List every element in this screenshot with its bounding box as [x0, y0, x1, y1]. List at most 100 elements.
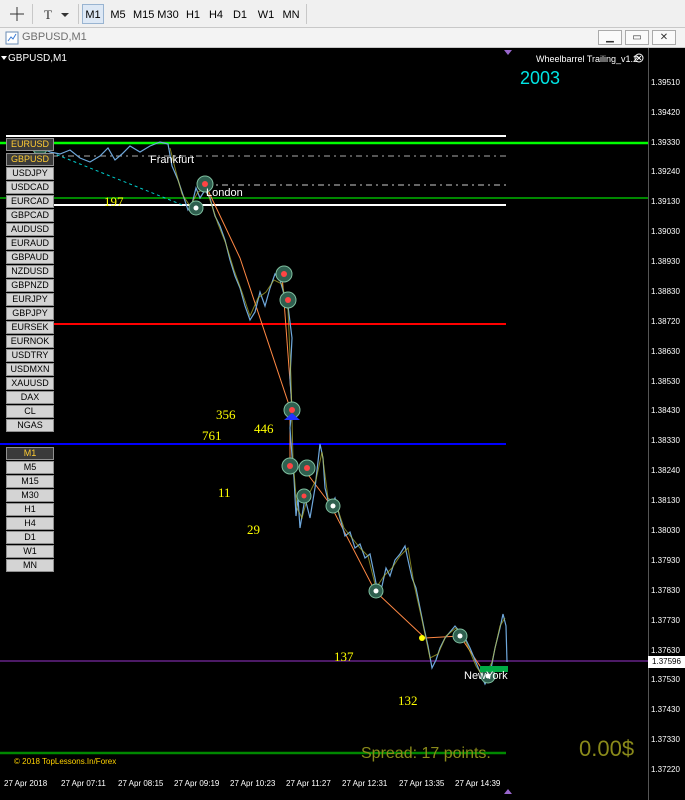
price-label: 1.39030: [651, 227, 680, 236]
symbol-button-usdcad[interactable]: USDCAD: [6, 181, 54, 194]
price-label: 1.38330: [651, 436, 680, 445]
price-label: 1.38240: [651, 466, 680, 475]
close-button[interactable]: ✕: [652, 30, 676, 45]
symbol-button-gbpjpy[interactable]: GBPJPY: [6, 307, 54, 320]
annotation-132: 132: [398, 693, 418, 708]
tf-button-mn[interactable]: MN: [280, 4, 302, 24]
current-price-label: 1.37596: [648, 656, 685, 668]
annotation-446: 446: [254, 421, 274, 436]
profit-label: 0.00$: [579, 736, 635, 761]
chart-tf-button-m5[interactable]: M5: [6, 461, 54, 474]
chart-tf-button-mn[interactable]: MN: [6, 559, 54, 572]
symbol-button-eurusd[interactable]: EURUSD: [6, 138, 54, 151]
chart-tf-button-m15[interactable]: M15: [6, 475, 54, 488]
maximize-button[interactable]: ▭: [625, 30, 649, 45]
indicator-close-icon[interactable]: [634, 53, 644, 63]
symbol-button-gbpusd[interactable]: GBPUSD: [6, 153, 54, 166]
annotation-197: 197: [104, 194, 124, 209]
chart-tf-button-m30[interactable]: M30: [6, 489, 54, 502]
annotation-29: 29: [247, 522, 260, 537]
price-label: 1.38130: [651, 496, 680, 505]
session-label-frankfurt: Frankfurt: [150, 154, 195, 166]
symbol-button-nzdusd[interactable]: NZDUSD: [6, 265, 54, 278]
separator: [32, 4, 33, 24]
symbol-button-dax[interactable]: DAX: [6, 391, 54, 404]
separator: [78, 4, 79, 24]
price-label: 1.38030: [651, 526, 680, 535]
price-label: 1.39130: [651, 197, 680, 206]
chart-tf-button-d1[interactable]: D1: [6, 531, 54, 544]
chart-dropdown-icon: [1, 56, 7, 60]
session-label-london: London: [206, 187, 243, 199]
tf-button-h4[interactable]: H4: [205, 4, 227, 24]
tf-button-m5[interactable]: M5: [106, 4, 130, 24]
minimize-button[interactable]: ▁: [598, 30, 622, 45]
price-series-line: [19, 141, 508, 686]
tf-button-m1[interactable]: M1: [82, 4, 104, 24]
symbol-button-usdmxn[interactable]: USDMXN: [6, 363, 54, 376]
indicator-value: 2003: [520, 68, 561, 88]
symbol-button-eurnok[interactable]: EURNOK: [6, 335, 54, 348]
separator: [306, 4, 307, 24]
price-chart: [0, 50, 648, 794]
symbol-button-xauusd[interactable]: XAUUSD: [6, 377, 54, 390]
chart-tf-button-h1[interactable]: H1: [6, 503, 54, 516]
tf-button-m15[interactable]: M15: [132, 4, 154, 24]
chart-tf-button-m1[interactable]: M1: [6, 447, 54, 460]
objects-dropdown-icon[interactable]: [58, 4, 72, 24]
price-label: 1.37730: [651, 616, 680, 625]
time-label: 27 Apr 14:39: [455, 779, 501, 788]
symbol-button-eursek[interactable]: EURSEK: [6, 321, 54, 334]
price-label: 1.37830: [651, 586, 680, 595]
time-label: 27 Apr 10:23: [230, 779, 276, 788]
chart-window-titlebar: GBPUSD,M1 ▁ ▭ ✕: [0, 28, 685, 48]
chart-tf-button-h4[interactable]: H4: [6, 517, 54, 530]
time-label: 27 Apr 07:11: [61, 779, 106, 788]
symbol-button-gbpaud[interactable]: GBPAUD: [6, 251, 54, 264]
annotation-761: 761: [202, 428, 222, 443]
symbol-button-gbpnzd[interactable]: GBPNZD: [6, 279, 54, 292]
time-label: 27 Apr 11:27: [286, 779, 331, 788]
crosshair-icon[interactable]: [6, 4, 28, 24]
symbol-button-eurcad[interactable]: EURCAD: [6, 195, 54, 208]
price-label: 1.37220: [651, 765, 680, 774]
text-tool-icon[interactable]: T: [38, 4, 60, 24]
symbol-button-euraud[interactable]: EURAUD: [6, 237, 54, 250]
symbol-button-usdjpy[interactable]: USDJPY: [6, 167, 54, 180]
price-label: 1.39510: [651, 78, 680, 87]
tf-button-m30[interactable]: M30: [156, 4, 180, 24]
price-label: 1.38930: [651, 257, 680, 266]
time-label: 27 Apr 13:35: [399, 779, 445, 788]
time-label: 27 Apr 12:31: [342, 779, 388, 788]
chart-window-icon: [5, 31, 19, 45]
price-label: 1.37330: [651, 735, 680, 744]
symbol-button-usdtry[interactable]: USDTRY: [6, 349, 54, 362]
symbol-button-audusd[interactable]: AUDUSD: [6, 223, 54, 236]
price-label: 1.38830: [651, 287, 680, 296]
symbol-button-gbpcad[interactable]: GBPCAD: [6, 209, 54, 222]
price-label: 1.37930: [651, 556, 680, 565]
svg-text:T: T: [44, 7, 52, 22]
window-title: GBPUSD,M1: [22, 31, 87, 43]
symbol-button-ngas[interactable]: NGAS: [6, 419, 54, 432]
price-label: 1.39240: [651, 167, 680, 176]
chart-area[interactable]: GBPUSD,M1 Wheelbarrel Trailing_v1.2 2003…: [0, 48, 685, 800]
price-label: 1.37630: [651, 646, 680, 655]
time-label: 27 Apr 08:15: [118, 779, 164, 788]
symbol-button-cl[interactable]: CL: [6, 405, 54, 418]
tf-button-d1[interactable]: D1: [229, 4, 251, 24]
price-label: 1.38630: [651, 347, 680, 356]
annotation-356: 356: [216, 407, 236, 422]
time-label: 27 Apr 2018: [4, 779, 48, 788]
symbol-button-eurjpy[interactable]: EURJPY: [6, 293, 54, 306]
time-label: 27 Apr 09:19: [174, 779, 220, 788]
spread-label: Spread: 17 points.: [361, 745, 491, 762]
price-label: 1.37530: [651, 675, 680, 684]
chart-symbol-label: GBPUSD,M1: [8, 53, 67, 64]
price-label: 1.39330: [651, 138, 680, 147]
tf-button-h1[interactable]: H1: [182, 4, 204, 24]
price-scale[interactable]: [648, 48, 685, 800]
annotation-137: 137: [334, 649, 354, 664]
chart-tf-button-w1[interactable]: W1: [6, 545, 54, 558]
tf-button-w1[interactable]: W1: [254, 4, 278, 24]
